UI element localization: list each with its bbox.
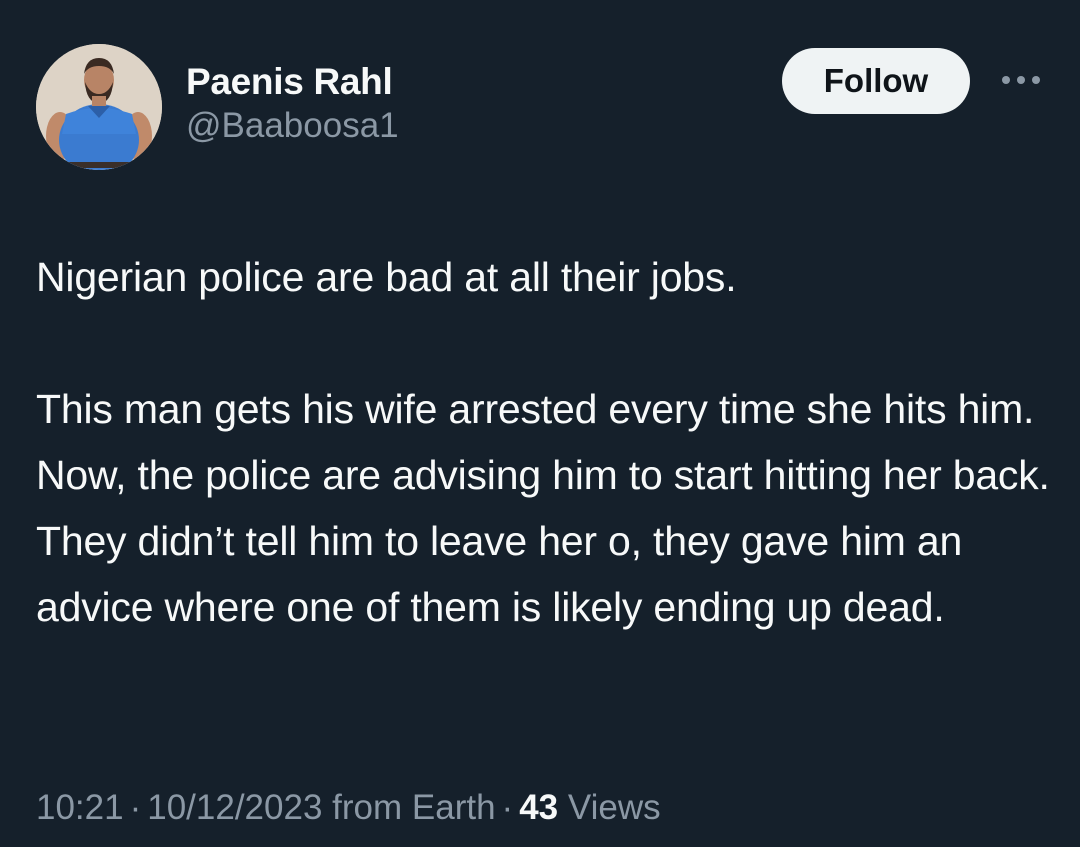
display-name[interactable]: Paenis Rahl (186, 60, 399, 104)
tweet-paragraph: Nigerian police are bad at all their job… (36, 254, 737, 300)
avatar-image (36, 44, 162, 170)
tweet-card: Paenis Rahl @Baaboosa1 Follow Nigerian p… (0, 0, 1080, 847)
more-horizontal-icon (1002, 76, 1040, 84)
tweet-date[interactable]: 10/12/2023 (147, 788, 322, 827)
separator: · (501, 788, 514, 827)
views-label: Views (567, 788, 661, 827)
views-count: 43 (519, 788, 559, 827)
avatar[interactable] (36, 44, 162, 170)
separator: · (129, 788, 142, 827)
tweet-metadata: 10:21 · 10/12/2023 from Earth · 43 Views (36, 784, 661, 832)
more-options-button[interactable] (996, 62, 1046, 98)
follow-button[interactable]: Follow (782, 48, 970, 114)
tweet-text: Nigerian police are bad at all their job… (36, 244, 1056, 640)
tweet-source: from Earth (332, 788, 496, 827)
tweet-time[interactable]: 10:21 (36, 788, 124, 827)
tweet-paragraph: This man gets his wife arrested every ti… (36, 386, 1050, 630)
author-info: Paenis Rahl @Baaboosa1 (186, 60, 399, 148)
user-handle[interactable]: @Baaboosa1 (186, 104, 399, 148)
